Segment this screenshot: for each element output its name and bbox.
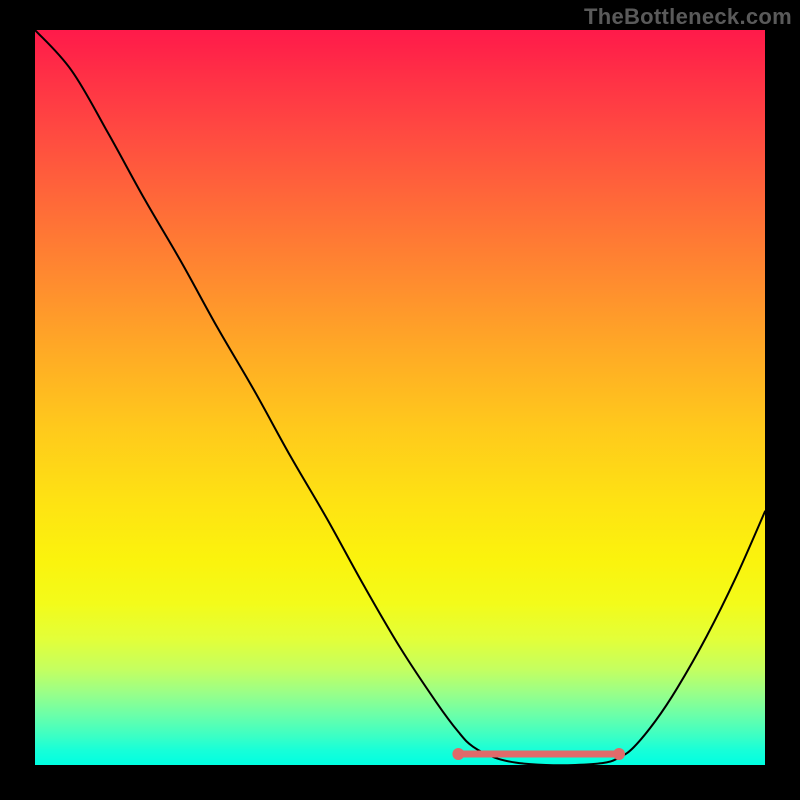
plot-area [35, 30, 765, 765]
highlight-start-dot [452, 748, 464, 760]
chart-container: TheBottleneck.com [0, 0, 800, 800]
bottleneck-curve [35, 30, 765, 765]
highlight-end-dot [613, 748, 625, 760]
watermark: TheBottleneck.com [584, 4, 792, 30]
curve-svg [35, 30, 765, 765]
